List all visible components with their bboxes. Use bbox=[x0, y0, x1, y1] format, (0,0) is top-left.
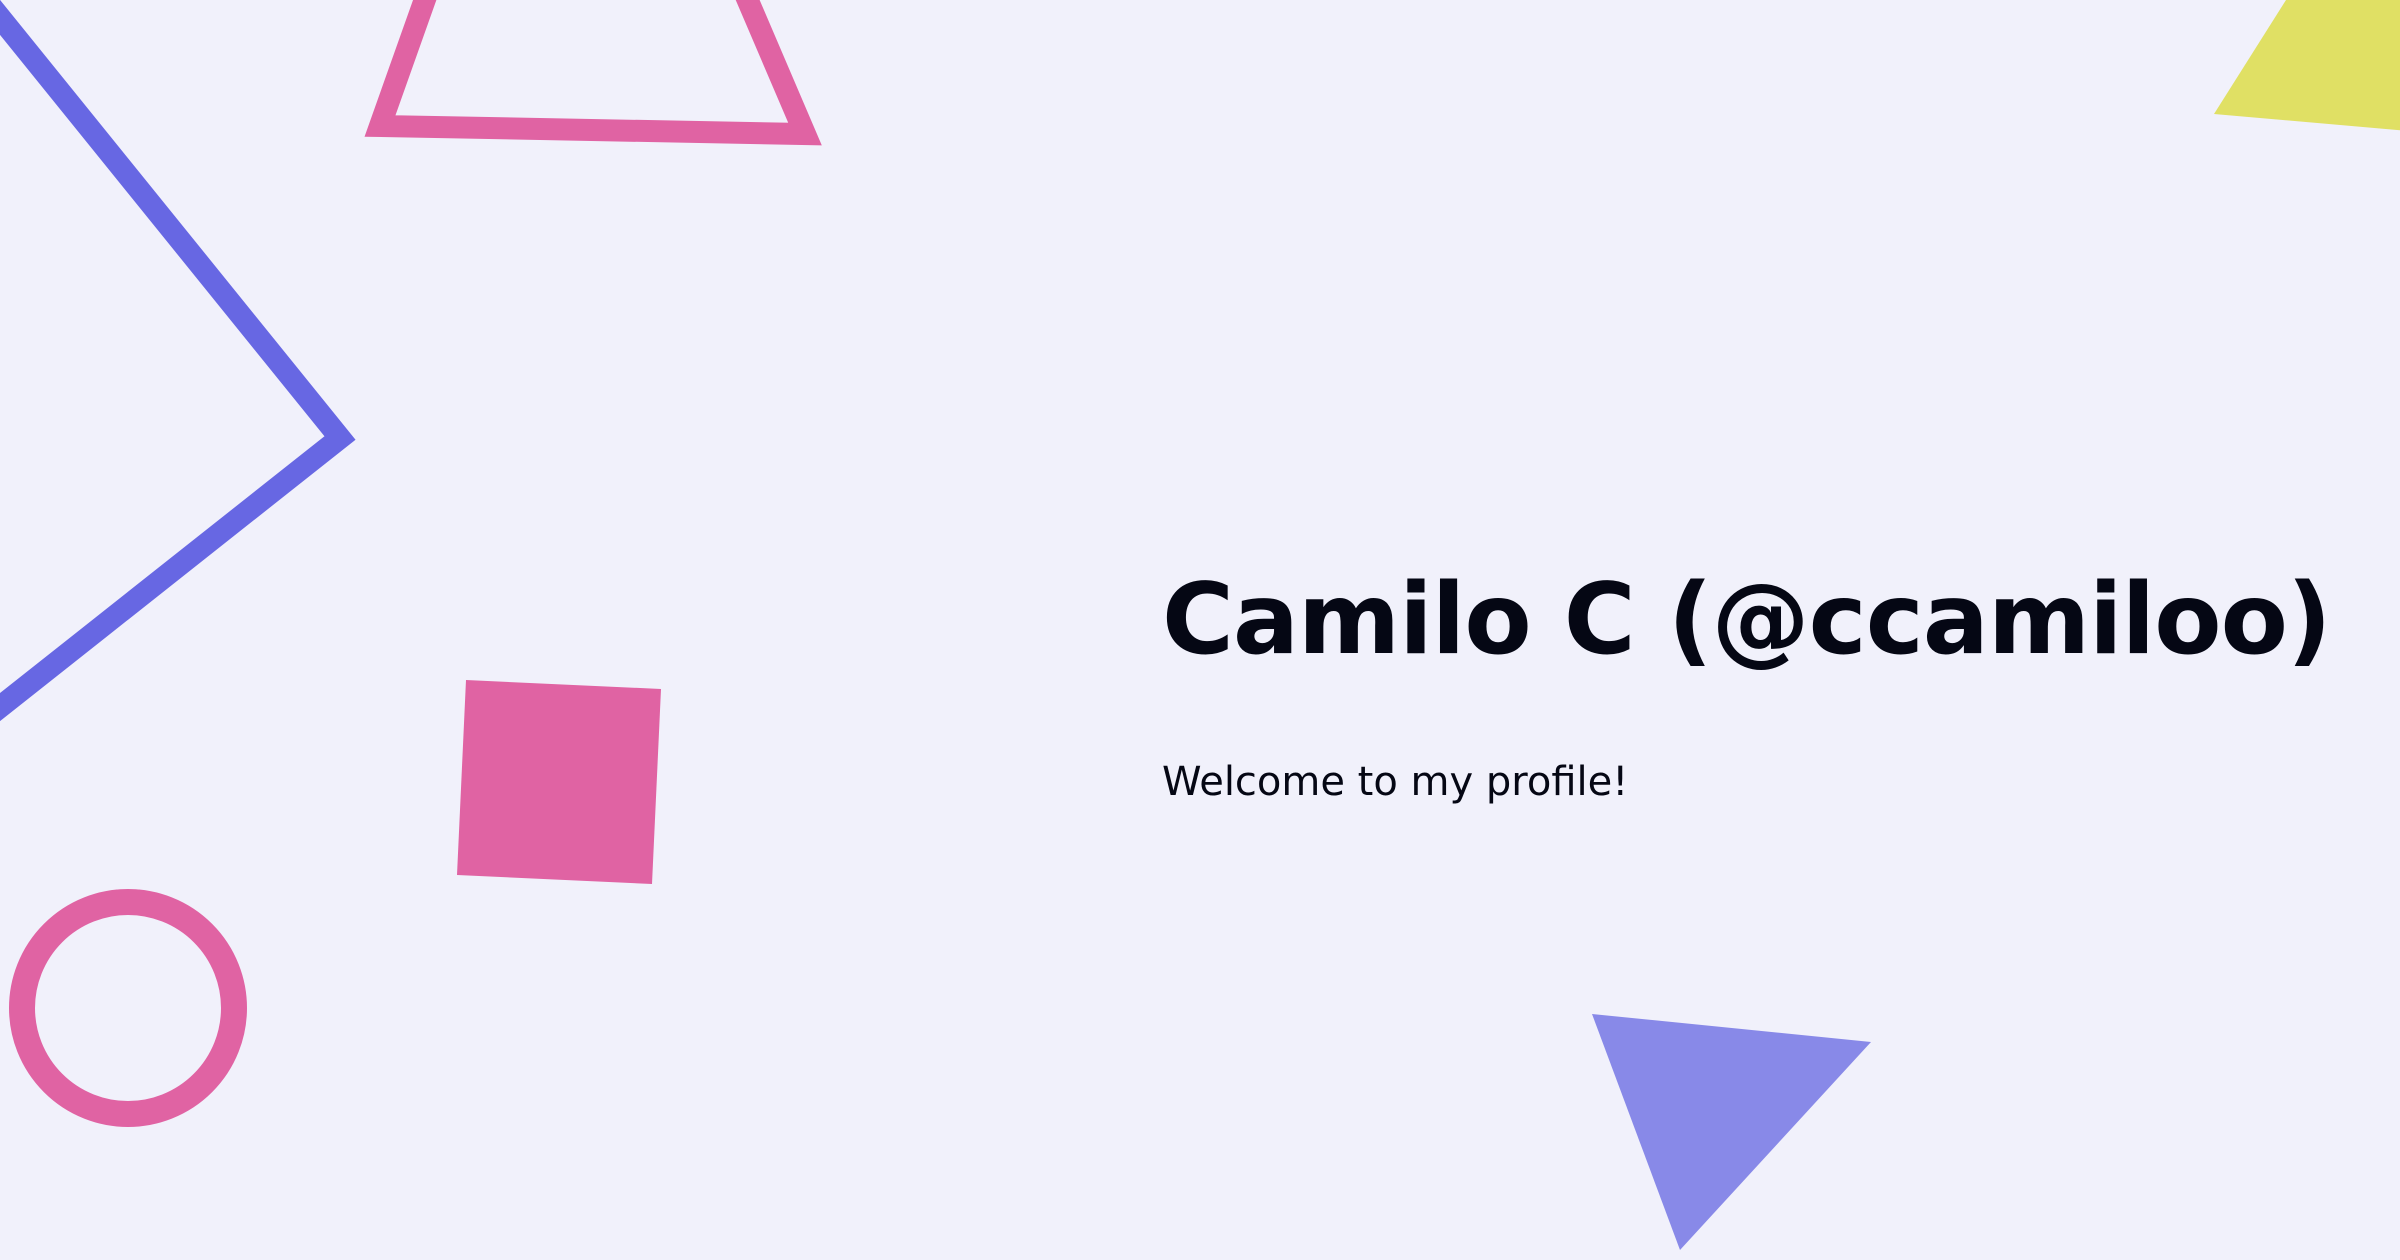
yellow-corner-shape bbox=[2214, 0, 2400, 131]
profile-banner: Camilo C (@ccamiloo) Welcome to my profi… bbox=[0, 0, 2400, 1260]
lavender-triangle-shape bbox=[1592, 1014, 1871, 1250]
pink-ring-shape bbox=[9, 889, 247, 1127]
indigo-chevron-shape bbox=[0, 0, 356, 722]
pink-square-shape bbox=[457, 680, 661, 884]
pink-outline-triangle-shape bbox=[364, 0, 822, 146]
profile-display-name: Camilo C (@ccamiloo) bbox=[1162, 563, 2332, 677]
profile-tagline: Welcome to my profile! bbox=[1162, 759, 1629, 805]
